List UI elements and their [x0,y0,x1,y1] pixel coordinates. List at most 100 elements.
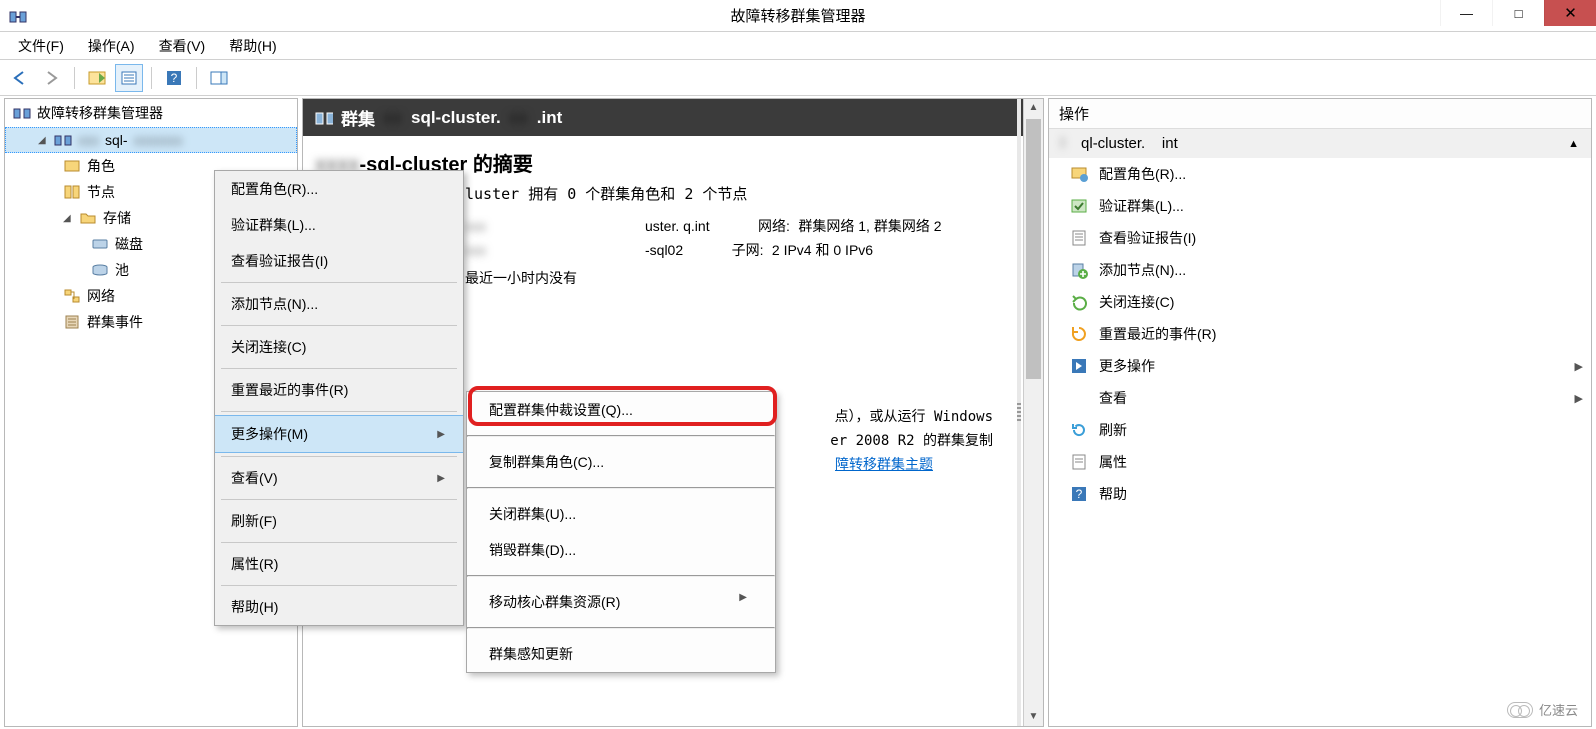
window-title: 故障转移群集管理器 [0,5,1596,26]
menu-action[interactable]: 操作(A) [76,32,147,60]
minimize-button[interactable]: — [1440,0,1492,26]
action-label: 配置角色(R)... [1099,164,1186,184]
ctx-add-node[interactable]: 添加节点(N)... [215,286,463,322]
submenu-caret-icon: ▶ [1575,392,1583,405]
expand-caret[interactable]: ◢ [63,213,73,224]
actions-section-cluster[interactable]: l ql-cluster. int ▲ [1049,129,1591,158]
action-label: 属性 [1099,452,1127,472]
expand-caret[interactable]: ◢ [38,135,48,146]
ctx-more-actions[interactable]: 更多操作(M)▶ [215,415,463,453]
ctx-refresh[interactable]: 刷新(F) [215,503,463,539]
ctx-view[interactable]: 查看(V)▶ [215,460,463,496]
actions-header: 操作 [1049,99,1591,129]
cluster-manager-icon [13,104,31,122]
action-label: 更多操作 [1099,356,1155,376]
close-button[interactable]: ✕ [1544,0,1596,26]
maximize-button[interactable]: □ [1492,0,1544,26]
tree-root[interactable]: 故障转移群集管理器 [5,99,297,127]
ctx-properties[interactable]: 属性(R) [215,546,463,582]
splitter-handle[interactable] [1017,99,1021,726]
properties-icon [1069,452,1089,472]
scroll-down-arrow[interactable]: ▼ [1026,708,1041,726]
blank-icon [1069,388,1089,408]
ctx-view-validation-report[interactable]: 查看验证报告(I) [215,243,463,279]
tree-root-label: 故障转移群集管理器 [37,103,163,123]
action-label: 查看 [1099,388,1127,408]
events-icon [63,313,81,331]
tree-disks-label: 磁盘 [115,234,143,254]
toolbar-separator [151,67,152,89]
action-add-node[interactable]: 添加节点(N)... [1049,254,1591,286]
action-view[interactable]: 查看 ▶ [1049,382,1591,414]
sub-destroy-cluster[interactable]: 销毁群集(D)... [467,532,775,568]
action-label: 查看验证报告(I) [1099,228,1196,248]
configure-role-icon [1069,164,1089,184]
svg-text:?: ? [171,71,178,85]
context-menu: 配置角色(R)... 验证群集(L)... 查看验证报告(I) 添加节点(N).… [214,170,464,626]
validate-cluster-icon [1069,196,1089,216]
action-configure-role[interactable]: 配置角色(R)... [1049,158,1591,190]
properties-button[interactable] [115,64,143,92]
menu-file[interactable]: 文件(F) [6,32,76,60]
refresh-icon [1069,420,1089,440]
scroll-up-arrow[interactable]: ▲ [1026,99,1041,117]
title-bar: 故障转移群集管理器 — □ ✕ [0,0,1596,32]
window-controls: — □ ✕ [1440,0,1596,32]
show-hide-tree-button[interactable] [83,64,111,92]
watermark-logo-icon [1507,702,1533,718]
action-properties[interactable]: 属性 [1049,446,1591,478]
details-header-cluster: sql-cluster. [411,108,501,128]
sub-shutdown-cluster[interactable]: 关闭群集(U)... [467,496,775,532]
ctx-close-connection[interactable]: 关闭连接(C) [215,329,463,365]
more-actions-icon [1069,356,1089,376]
close-connection-icon [1069,292,1089,312]
roles-icon [63,157,81,175]
action-refresh[interactable]: 刷新 [1049,414,1591,446]
sub-move-core-resources[interactable]: 移动核心群集资源(R)▶ [467,584,775,620]
collapse-caret-icon[interactable]: ▲ [1568,138,1579,150]
folder-icon [79,209,97,227]
toolbar: ? [0,60,1596,96]
reset-events-icon [1069,324,1089,344]
action-view-validation-report[interactable]: 查看验证报告(I) [1049,222,1591,254]
menu-view[interactable]: 查看(V) [147,32,218,60]
ctx-help[interactable]: 帮助(H) [215,589,463,625]
submenu-arrow-icon: ▶ [739,592,747,612]
nav-back-button[interactable] [6,64,34,92]
toolbar-separator [74,67,75,89]
details-header-prefix: 群集 [341,105,375,130]
menu-bar: 文件(F) 操作(A) 查看(V) 帮助(H) [0,32,1596,60]
details-header: 群集 xx sql-cluster. xx .int [303,99,1043,136]
nav-forward-button[interactable] [38,64,66,92]
sub-configure-quorum[interactable]: 配置群集仲裁设置(Q)... [467,392,775,428]
details-header-suffix: .int [537,108,563,128]
sub-copy-cluster-roles[interactable]: 复制群集角色(C)... [467,444,775,480]
action-label: 关闭连接(C) [1099,292,1174,312]
action-label: 刷新 [1099,420,1127,440]
tree-cluster-label: sql- [105,132,128,148]
show-hide-actions-button[interactable] [205,64,233,92]
menu-help[interactable]: 帮助(H) [217,32,288,60]
action-label: 重置最近的事件(R) [1099,324,1216,344]
ctx-configure-role[interactable]: 配置角色(R)... [215,171,463,207]
action-help[interactable]: ? 帮助 [1049,478,1591,510]
watermark-text: 亿速云 [1539,700,1578,719]
scroll-thumb[interactable] [1026,119,1041,379]
pool-icon [91,261,109,279]
action-close-connection[interactable]: 关闭连接(C) [1049,286,1591,318]
ctx-reset-recent-events[interactable]: 重置最近的事件(R) [215,372,463,408]
action-validate-cluster[interactable]: 验证群集(L)... [1049,190,1591,222]
sub-cluster-aware-updating[interactable]: 群集感知更新 [467,636,775,672]
action-more-actions[interactable]: 更多操作 ▶ [1049,350,1591,382]
vertical-scrollbar[interactable]: ▲ ▼ [1023,99,1043,726]
help-button[interactable]: ? [160,64,188,92]
ctx-validate-cluster[interactable]: 验证群集(L)... [215,207,463,243]
action-reset-recent-events[interactable]: 重置最近的事件(R) [1049,318,1591,350]
tree-storage-label: 存储 [103,208,131,228]
tree-pools-label: 池 [115,260,129,280]
disk-icon [91,235,109,253]
cluster-icon [54,131,72,149]
tree-cluster-node[interactable]: ◢ xxx sql- xxxxxxx [5,127,297,153]
add-node-icon [1069,260,1089,280]
report-icon [1069,228,1089,248]
